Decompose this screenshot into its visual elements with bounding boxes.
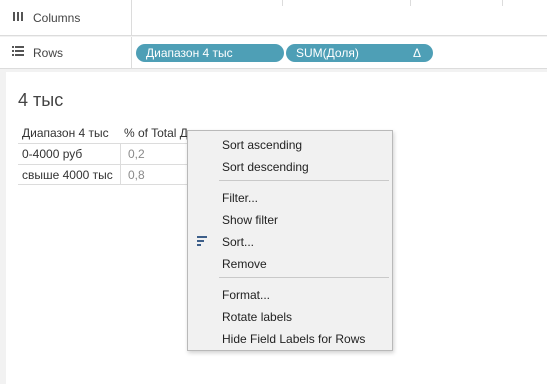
delta-icon: Δ [412, 46, 421, 60]
row-label: 0-4000 руб [22, 147, 83, 161]
menu-item-show-filter[interactable]: Show filter [222, 210, 278, 230]
menu-item-format[interactable]: Format... [222, 285, 270, 305]
menu-item-filter[interactable]: Filter... [222, 188, 258, 208]
row-header-divider [120, 143, 121, 185]
columns-shelf[interactable]: Columns [0, 0, 547, 36]
pill-sum-measure[interactable]: SUM(Доля) Δ [286, 44, 433, 62]
table-row[interactable]: 0-4000 руб 0,2 [18, 143, 188, 164]
column-header-percent-total[interactable]: % of Total Д [124, 123, 194, 143]
menu-separator [219, 277, 389, 278]
pill-sum-label: SUM(Доля) [296, 46, 359, 60]
table-row[interactable]: свыше 4000 тыс 0,8 [18, 164, 188, 185]
row-label: свыше 4000 тыс [22, 168, 113, 182]
columns-label-text: Columns [33, 10, 81, 25]
column-header-range[interactable]: Диапазон 4 тыс [22, 123, 109, 143]
rows-shelf-label: Rows [0, 37, 132, 68]
menu-item-sort[interactable]: Sort... [222, 232, 254, 252]
rows-label-text: Rows [33, 45, 64, 60]
shelf-ticks [132, 0, 547, 6]
menu-item-sort-ascending[interactable]: Sort ascending [222, 135, 302, 155]
rows-shelf[interactable]: Rows Диапазон 4 тыс SUM(Доля) Δ [0, 37, 547, 69]
menu-separator [219, 180, 389, 181]
menu-item-remove[interactable]: Remove [222, 254, 267, 274]
row-value: 0,8 [128, 168, 145, 182]
menu-item-hide-field-labels[interactable]: Hide Field Labels for Rows [222, 329, 365, 349]
columns-icon [12, 11, 26, 25]
row-value: 0,2 [128, 147, 145, 161]
sheet-title: 4 тыс [18, 90, 64, 110]
rows-icon [12, 46, 26, 59]
sort-icon [197, 235, 209, 247]
menu-item-rotate-labels[interactable]: Rotate labels [222, 307, 292, 327]
pill-range-dimension[interactable]: Диапазон 4 тыс [136, 44, 284, 62]
context-menu: Sort ascending Sort descending Filter...… [187, 130, 393, 351]
pill-range-label: Диапазон 4 тыс [146, 46, 233, 60]
menu-item-sort-descending[interactable]: Sort descending [222, 157, 309, 177]
columns-shelf-label: Columns [0, 0, 132, 35]
